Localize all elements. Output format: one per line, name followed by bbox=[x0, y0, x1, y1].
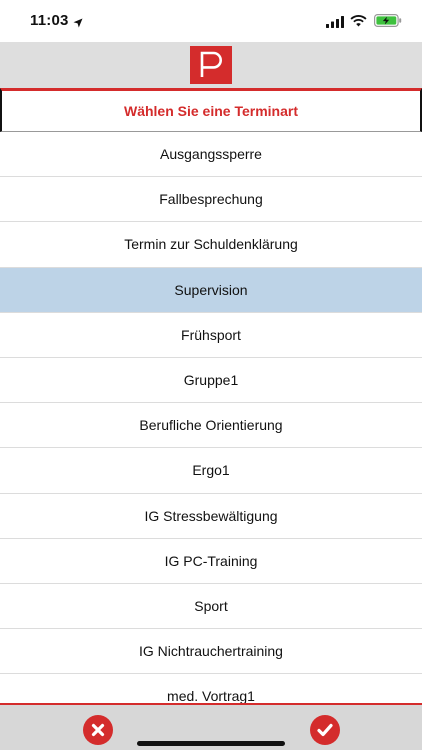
list-item-ig-stressbewaeltigung[interactable]: IG Stressbewältigung bbox=[0, 493, 422, 539]
home-indicator[interactable] bbox=[137, 741, 285, 746]
logo-p-glyph bbox=[200, 51, 222, 77]
status-bar: 11:03 bbox=[0, 0, 422, 42]
confirm-button[interactable] bbox=[310, 715, 340, 745]
location-arrow-icon bbox=[73, 15, 83, 33]
dialog-title-bar: Wählen Sie eine Terminart bbox=[0, 88, 422, 132]
status-time: 11:03 bbox=[30, 12, 69, 29]
list-item-ig-nichtrauchertraining[interactable]: IG Nichtrauchertraining bbox=[0, 629, 422, 675]
list-item-label: Berufliche Orientierung bbox=[139, 417, 283, 434]
list-item-label: Fallbesprechung bbox=[159, 191, 263, 208]
list-item-label: Ergo1 bbox=[192, 462, 230, 479]
list-item-label: Frühsport bbox=[181, 326, 241, 343]
list-item-med-vortrag1[interactable]: med. Vortrag1 bbox=[0, 674, 422, 703]
list-item-label: Ausgangssperre bbox=[160, 146, 262, 163]
battery-charging-icon bbox=[374, 14, 402, 32]
cancel-button[interactable] bbox=[83, 715, 113, 745]
list-item-gruppe1[interactable]: Gruppe1 bbox=[0, 357, 422, 404]
list-item-label: Sport bbox=[194, 597, 228, 614]
list-item-label: med. Vortrag1 bbox=[167, 688, 255, 703]
list-item-label: IG Stressbewältigung bbox=[144, 507, 278, 524]
list-item-ig-pc-training[interactable]: IG PC-Training bbox=[0, 538, 422, 584]
dialog-title: Wählen Sie eine Terminart bbox=[123, 103, 298, 119]
list-item-ergo1[interactable]: Ergo1 bbox=[0, 448, 422, 494]
list-item-label: IG PC-Training bbox=[164, 552, 258, 569]
list-item-label: IG Nichtrauchertraining bbox=[139, 643, 283, 660]
appointment-type-list[interactable]: Ausgangssperre Fallbesprechung Termin zu… bbox=[0, 132, 422, 703]
list-item-sport[interactable]: Sport bbox=[0, 583, 422, 630]
list-item-supervision-selected[interactable]: Supervision bbox=[0, 267, 422, 313]
list-item-berufliche-orientierung[interactable]: Berufliche Orientierung bbox=[0, 403, 422, 449]
list-item-label: Termin zur Schuldenklärung bbox=[124, 236, 298, 253]
checkmark-icon bbox=[317, 723, 333, 737]
list-item-label: Gruppe1 bbox=[183, 372, 239, 389]
close-icon bbox=[91, 723, 105, 737]
app-logo bbox=[190, 46, 232, 84]
list-item-fallbesprechung[interactable]: Fallbesprechung bbox=[0, 177, 422, 223]
wifi-icon bbox=[350, 14, 367, 32]
list-item-label: Supervision bbox=[174, 281, 248, 298]
bottom-action-bar bbox=[0, 703, 422, 750]
list-item-ausgangssperre[interactable]: Ausgangssperre bbox=[0, 132, 422, 178]
list-item-fruehsport[interactable]: Frühsport bbox=[0, 312, 422, 358]
app-header bbox=[0, 42, 422, 88]
signal-icon bbox=[326, 15, 344, 33]
list-item-termin-zur-schuldenklaerung[interactable]: Termin zur Schuldenklärung bbox=[0, 222, 422, 268]
